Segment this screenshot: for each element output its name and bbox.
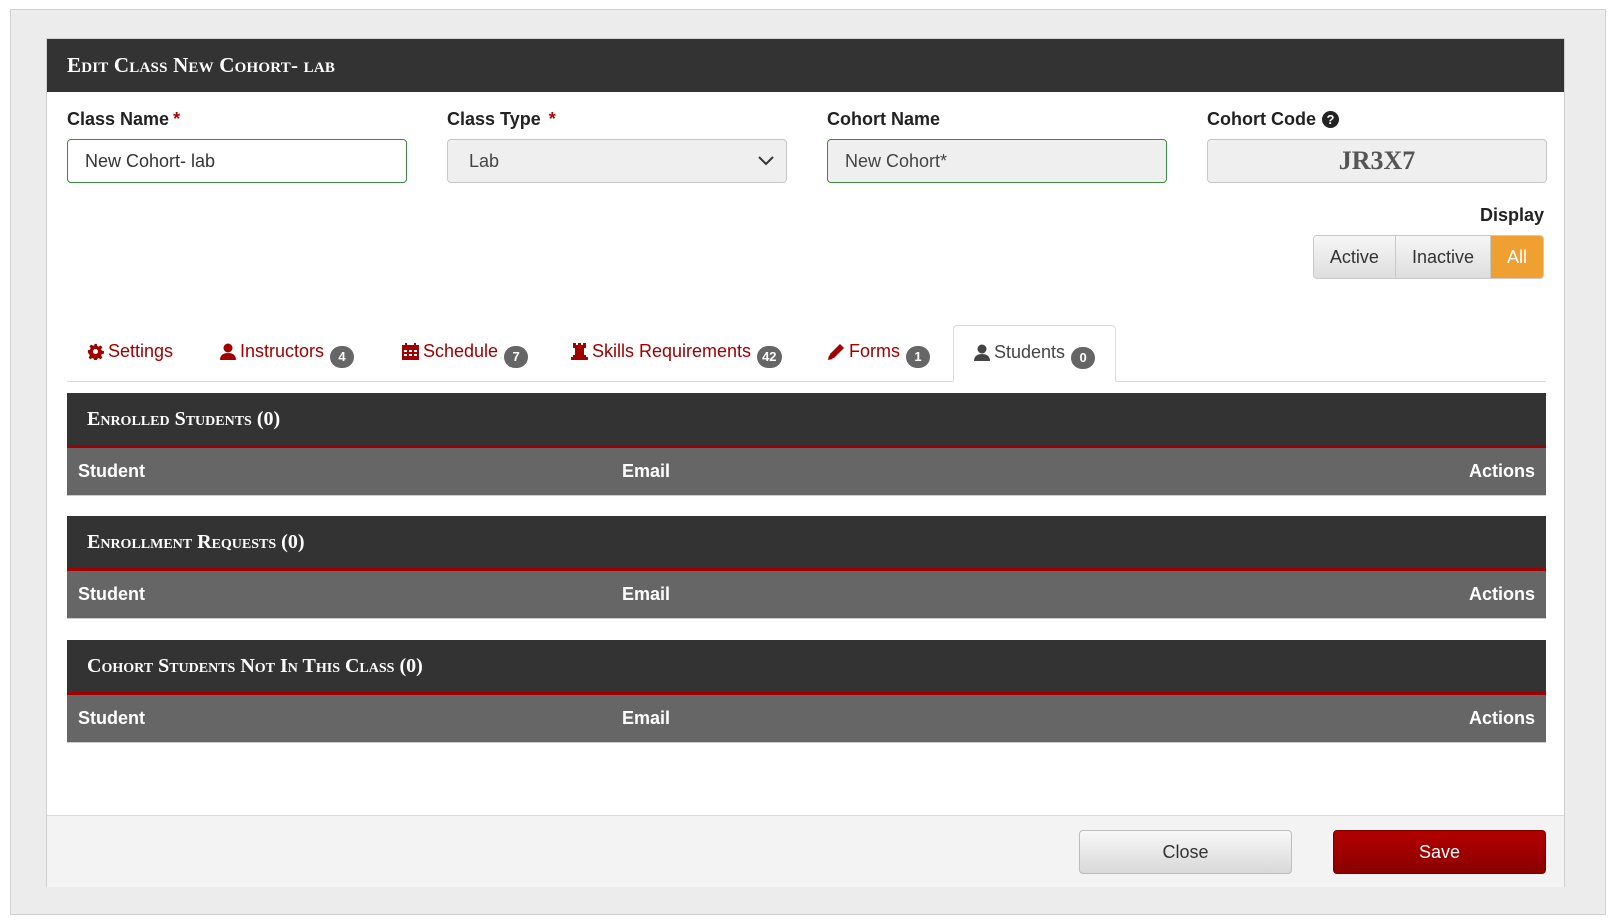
students-count-badge: 0: [1071, 347, 1096, 369]
chevron-down-icon: [758, 156, 774, 166]
column-header-student: Student: [78, 708, 145, 728]
table-header-row: Student Email Actions: [67, 448, 1546, 496]
schedule-count-badge: 7: [504, 346, 529, 368]
forms-count-badge: 1: [906, 346, 930, 368]
display-toggle-group: Active Inactive All: [1312, 235, 1544, 279]
column-header-actions: Actions: [1468, 708, 1535, 728]
modal-footer: Close Save: [47, 815, 1564, 887]
chess-rook-icon: [571, 343, 588, 360]
column-header-email: Email: [622, 461, 671, 481]
cohort-code-label: Cohort Code?: [1207, 109, 1339, 130]
cohort-students-not-in-class-panel: Cohort Students Not In This Class (0) St…: [67, 640, 1546, 743]
class-type-value: Lab: [469, 151, 500, 171]
section-title: Cohort Students Not In This Class (0): [67, 640, 1546, 695]
class-name-label: Class Name *: [67, 109, 181, 129]
class-tabs: Settings Instructors 4 Schedule 7 Skills R…: [67, 325, 1546, 382]
display-all-button[interactable]: All: [1490, 236, 1543, 278]
skills-count-badge: 42: [757, 346, 782, 368]
table-header-row: Student Email Actions: [67, 695, 1546, 743]
required-marker: *: [173, 109, 181, 129]
required-marker: *: [548, 109, 556, 129]
class-type-select[interactable]: Lab: [447, 139, 787, 183]
section-title: Enrollment Requests (0): [67, 516, 1546, 571]
tab-settings[interactable]: Settings: [87, 325, 173, 381]
display-label: Display: [1479, 205, 1544, 225]
enrolled-students-panel: Enrolled Students (0) Student Email Acti…: [67, 393, 1546, 496]
gear-icon: [87, 343, 104, 360]
question-circle-icon[interactable]: ?: [1321, 111, 1339, 128]
tab-students[interactable]: Students 0: [953, 325, 1117, 382]
close-button[interactable]: Close: [1079, 830, 1292, 874]
column-header-email: Email: [622, 584, 671, 604]
cohort-code-field: JR3X7: [1207, 139, 1547, 183]
user-icon: [974, 344, 990, 361]
edit-class-modal: Edit Class New Cohort- lab Class Name * C…: [46, 38, 1565, 887]
column-header-student: Student: [78, 584, 145, 604]
table-header-row: Student Email Actions: [67, 571, 1546, 619]
column-header-actions: Actions: [1468, 461, 1535, 481]
user-icon: [220, 343, 236, 360]
cohort-name-input[interactable]: New Cohort*: [827, 139, 1167, 183]
tab-skills-requirements[interactable]: Skills Requirements 42: [571, 325, 782, 381]
class-name-input[interactable]: New Cohort- lab: [67, 139, 407, 183]
enrollment-requests-panel: Enrollment Requests (0) Student Email Ac…: [67, 516, 1546, 619]
pencil-icon: [828, 344, 844, 360]
column-header-student: Student: [78, 461, 145, 481]
modal-title: Edit Class New Cohort- lab: [47, 39, 1564, 92]
cohort-name-label: Cohort Name: [827, 109, 941, 129]
class-type-label: Class Type *: [447, 109, 556, 129]
section-title: Enrolled Students (0): [67, 393, 1546, 448]
display-inactive-button[interactable]: Inactive: [1395, 236, 1491, 278]
display-active-button[interactable]: Active: [1313, 236, 1396, 278]
page-frame: Edit Class New Cohort- lab Class Name * C…: [10, 9, 1606, 915]
column-header-email: Email: [622, 708, 671, 728]
column-header-actions: Actions: [1468, 584, 1535, 604]
save-button[interactable]: Save: [1333, 830, 1546, 874]
tab-instructors[interactable]: Instructors 4: [220, 325, 355, 381]
tab-forms[interactable]: Forms 1: [828, 325, 930, 381]
calendar-icon: [402, 343, 419, 360]
tab-schedule[interactable]: Schedule 7: [402, 325, 529, 381]
instructors-count-badge: 4: [330, 346, 355, 368]
